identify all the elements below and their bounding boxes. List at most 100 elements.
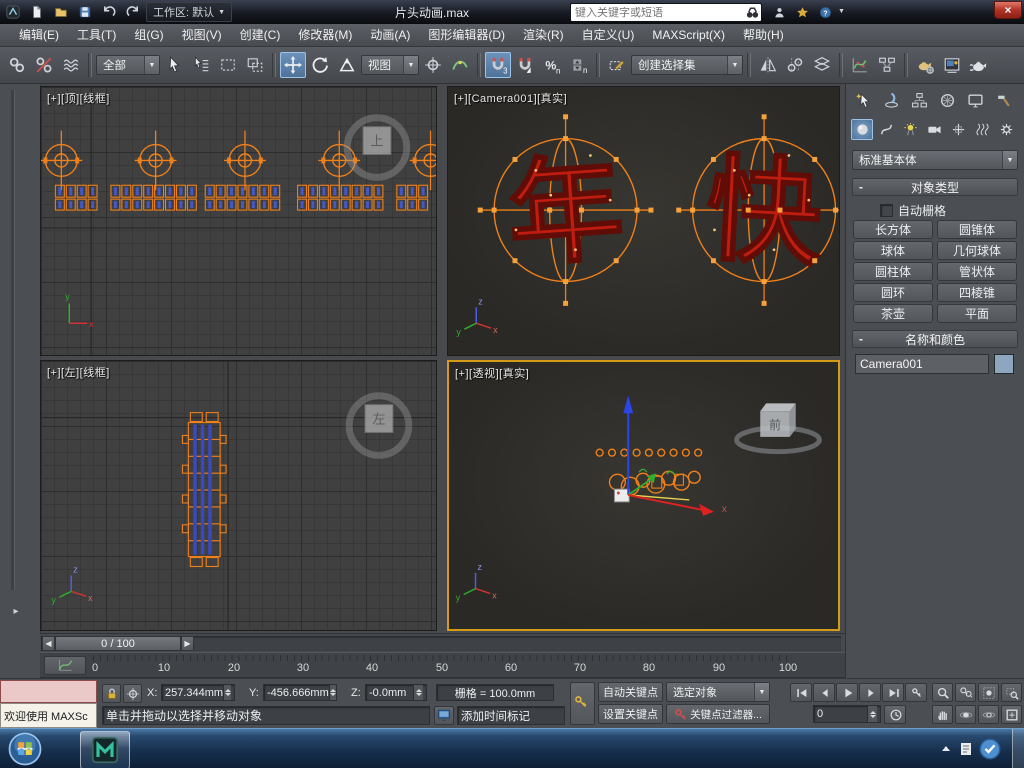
button-pyramid[interactable]: 四棱锥 bbox=[937, 283, 1017, 302]
redo-icon[interactable] bbox=[122, 3, 143, 22]
viewport-camera[interactable]: [+][Camera001][真实] 年快 z x y bbox=[447, 86, 840, 356]
button-tube[interactable]: 管状体 bbox=[937, 262, 1017, 281]
menu-edit[interactable]: 编辑(E) bbox=[10, 24, 68, 46]
autogrid-checkbox[interactable] bbox=[880, 204, 893, 217]
frame-spinner[interactable] bbox=[867, 706, 877, 722]
play-button[interactable] bbox=[836, 683, 858, 702]
select-and-scale-icon[interactable] bbox=[334, 52, 360, 78]
tab-create[interactable] bbox=[851, 88, 876, 113]
pan-button[interactable] bbox=[932, 705, 953, 724]
key-filters-button[interactable]: 关键点过滤器... bbox=[666, 704, 770, 724]
taskbar-3dsmax-button[interactable] bbox=[80, 731, 130, 768]
menu-group[interactable]: 组(G) bbox=[125, 24, 172, 46]
save-file-icon[interactable] bbox=[74, 3, 95, 22]
absolute-mode-toggle[interactable] bbox=[123, 684, 142, 703]
use-pivot-center-icon[interactable] bbox=[420, 52, 446, 78]
set-keys-button[interactable] bbox=[570, 682, 595, 725]
fov-button[interactable] bbox=[978, 705, 999, 724]
track-bar[interactable]: 0 10 20 30 40 50 60 70 80 90 100 bbox=[40, 652, 845, 678]
close-button[interactable] bbox=[994, 1, 1022, 19]
zoom-button[interactable] bbox=[932, 683, 953, 702]
y-coordinate-field[interactable]: -456.666mm bbox=[263, 684, 337, 701]
viewport-top[interactable]: [+][顶][线框] 上 y x bbox=[40, 86, 437, 356]
viewport-camera-label[interactable]: [+][Camera001][真实] bbox=[454, 90, 567, 106]
maximize-viewport-toggle[interactable] bbox=[1001, 705, 1022, 724]
tab-motion[interactable] bbox=[935, 88, 960, 113]
percent-snap-icon[interactable]: % n bbox=[539, 52, 565, 78]
time-tag-field[interactable]: 添加时间标记 bbox=[457, 706, 565, 725]
render-setup-icon[interactable] bbox=[912, 52, 938, 78]
menu-graph-editors[interactable]: 图形编辑器(D) bbox=[419, 24, 514, 46]
open-mini-curve-editor-button[interactable] bbox=[44, 656, 86, 675]
menu-maxscript[interactable]: MAXScript(X) bbox=[643, 24, 734, 46]
rectangular-selection-region-icon[interactable] bbox=[215, 52, 241, 78]
menu-views[interactable]: 视图(V) bbox=[173, 24, 231, 46]
show-desktop-button[interactable] bbox=[1012, 729, 1024, 768]
select-and-link-icon[interactable] bbox=[4, 52, 30, 78]
zoom-region-button[interactable] bbox=[1001, 683, 1022, 702]
align-icon[interactable] bbox=[782, 52, 808, 78]
snaps-toggle-icon[interactable]: 3 bbox=[485, 52, 511, 78]
y-spinner[interactable] bbox=[328, 685, 336, 700]
expand-arrow-icon[interactable]: ▸ bbox=[8, 604, 24, 620]
tab-utilities[interactable] bbox=[991, 88, 1016, 113]
go-to-start-button[interactable] bbox=[790, 683, 812, 702]
current-frame-field[interactable]: 0 bbox=[813, 705, 881, 723]
orbit-button[interactable] bbox=[955, 705, 976, 724]
viewport-perspective-label[interactable]: [+][透视][真实] bbox=[455, 365, 529, 381]
menu-help[interactable]: 帮助(H) bbox=[734, 24, 793, 46]
workspace-dropdown[interactable]: 工作区: 默认 ▼ bbox=[146, 2, 233, 22]
binoculars-icon[interactable] bbox=[745, 5, 760, 20]
select-by-name-icon[interactable] bbox=[188, 52, 214, 78]
key-mode-toggle[interactable] bbox=[905, 683, 927, 702]
unlink-selection-icon[interactable] bbox=[31, 52, 57, 78]
edit-named-selection-sets-icon[interactable] bbox=[604, 52, 630, 78]
reference-coordinate-dropdown[interactable]: 视图 ▼ bbox=[361, 55, 419, 75]
tray-expand-icon[interactable] bbox=[938, 741, 954, 757]
category-helpers-icon[interactable] bbox=[947, 119, 969, 140]
button-cylinder[interactable]: 圆柱体 bbox=[853, 262, 933, 281]
menu-rendering[interactable]: 渲染(R) bbox=[514, 24, 573, 46]
category-geometry-icon[interactable] bbox=[851, 119, 873, 140]
undo-icon[interactable] bbox=[98, 3, 119, 22]
angle-snap-icon[interactable] bbox=[512, 52, 538, 78]
button-torus[interactable]: 圆环 bbox=[853, 283, 933, 302]
time-slider-handle[interactable]: 0 / 100 bbox=[55, 636, 181, 651]
tray-document-icon[interactable] bbox=[958, 741, 974, 757]
application-menu-button[interactable] bbox=[2, 3, 23, 22]
category-spacewarps-icon[interactable] bbox=[971, 119, 993, 140]
favorites-star-icon[interactable] bbox=[793, 4, 811, 20]
set-key-button[interactable]: 设置关键点 bbox=[598, 704, 663, 724]
button-sphere[interactable]: 球体 bbox=[853, 241, 933, 260]
z-spinner[interactable] bbox=[413, 685, 423, 700]
menu-modifiers[interactable]: 修改器(M) bbox=[289, 24, 361, 46]
rollout-name-color[interactable]: - 名称和颜色 bbox=[852, 330, 1018, 348]
curve-editor-icon[interactable] bbox=[847, 52, 873, 78]
named-selection-sets-dropdown[interactable]: 创建选择集 ▼ bbox=[631, 55, 743, 75]
selection-filter-dropdown[interactable]: 全部 ▼ bbox=[96, 55, 160, 75]
select-object-icon[interactable] bbox=[161, 52, 187, 78]
tab-display[interactable] bbox=[963, 88, 988, 113]
start-button[interactable] bbox=[8, 732, 42, 766]
rollout-object-type[interactable]: - 对象类型 bbox=[852, 178, 1018, 196]
next-frame-button[interactable] bbox=[859, 683, 881, 702]
layer-manager-icon[interactable] bbox=[809, 52, 835, 78]
object-color-swatch[interactable] bbox=[994, 354, 1014, 374]
maxscript-mini-listener-macro[interactable] bbox=[0, 680, 97, 703]
isolate-selection-toggle[interactable] bbox=[434, 706, 454, 725]
viewport-left-label[interactable]: [+][左][线框] bbox=[47, 364, 110, 380]
tab-modify[interactable] bbox=[879, 88, 904, 113]
viewport-top-label[interactable]: [+][顶][线框] bbox=[47, 90, 110, 106]
new-file-icon[interactable] bbox=[26, 3, 47, 22]
menu-create[interactable]: 创建(C) bbox=[231, 24, 290, 46]
tab-hierarchy[interactable] bbox=[907, 88, 932, 113]
next-frame-arrow[interactable]: ▶ bbox=[181, 636, 194, 651]
search-input[interactable] bbox=[571, 6, 745, 19]
category-shapes-icon[interactable] bbox=[875, 119, 897, 140]
go-to-end-button[interactable] bbox=[882, 683, 904, 702]
object-name-input[interactable] bbox=[855, 354, 989, 374]
schematic-view-icon[interactable] bbox=[874, 52, 900, 78]
category-systems-icon[interactable] bbox=[995, 119, 1017, 140]
help-icon[interactable]: ? bbox=[816, 4, 834, 20]
menu-customize[interactable]: 自定义(U) bbox=[573, 24, 644, 46]
